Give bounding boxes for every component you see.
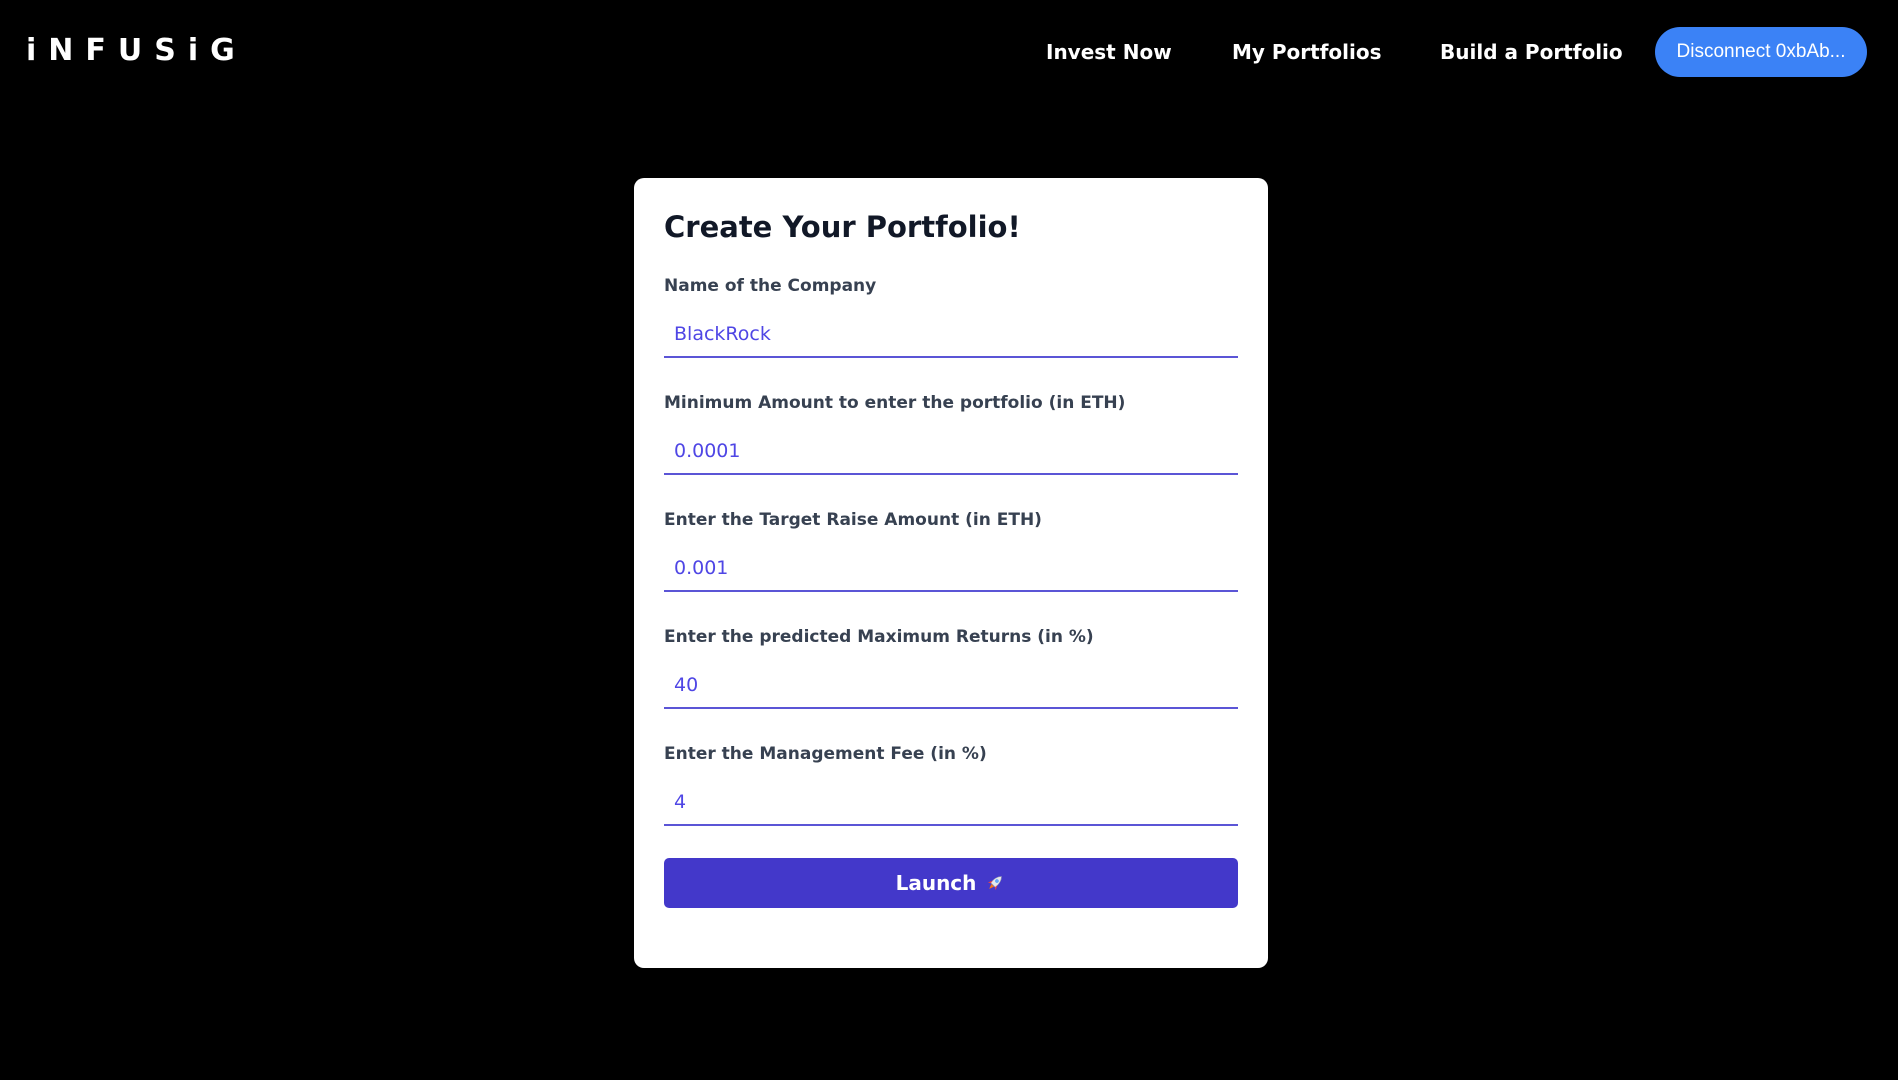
infusig-logo[interactable]: iNFUSiG (26, 34, 246, 66)
target-raise-label: Enter the Target Raise Amount (in ETH) (664, 510, 1042, 530)
launch-label: Launch (895, 871, 977, 895)
minimum-amount-input[interactable] (664, 429, 1238, 475)
nav-invest-now[interactable]: Invest Now (1046, 40, 1172, 64)
management-fee-input[interactable] (664, 780, 1238, 826)
top-navbar: iNFUSiG Invest Now My Portfolios Build a… (0, 0, 1898, 104)
rocket-icon (988, 876, 1003, 891)
nav-build-a-portfolio[interactable]: Build a Portfolio (1440, 40, 1623, 64)
form-title: Create Your Portfolio! (664, 210, 1021, 244)
management-fee-label: Enter the Management Fee (in %) (664, 744, 987, 764)
company-name-label: Name of the Company (664, 276, 877, 296)
logo-text: iNFUSiG (26, 34, 246, 66)
launch-button[interactable]: Launch (664, 858, 1238, 908)
max-returns-input[interactable] (664, 663, 1238, 709)
disconnect-wallet-button[interactable]: Disconnect 0xbAb... (1655, 27, 1867, 77)
company-name-input[interactable] (664, 312, 1238, 358)
create-portfolio-card: Create Your Portfolio! Name of the Compa… (634, 178, 1268, 968)
target-raise-input[interactable] (664, 546, 1238, 592)
nav-my-portfolios[interactable]: My Portfolios (1232, 40, 1382, 64)
minimum-amount-label: Minimum Amount to enter the portfolio (i… (664, 393, 1126, 413)
max-returns-label: Enter the predicted Maximum Returns (in … (664, 627, 1094, 647)
